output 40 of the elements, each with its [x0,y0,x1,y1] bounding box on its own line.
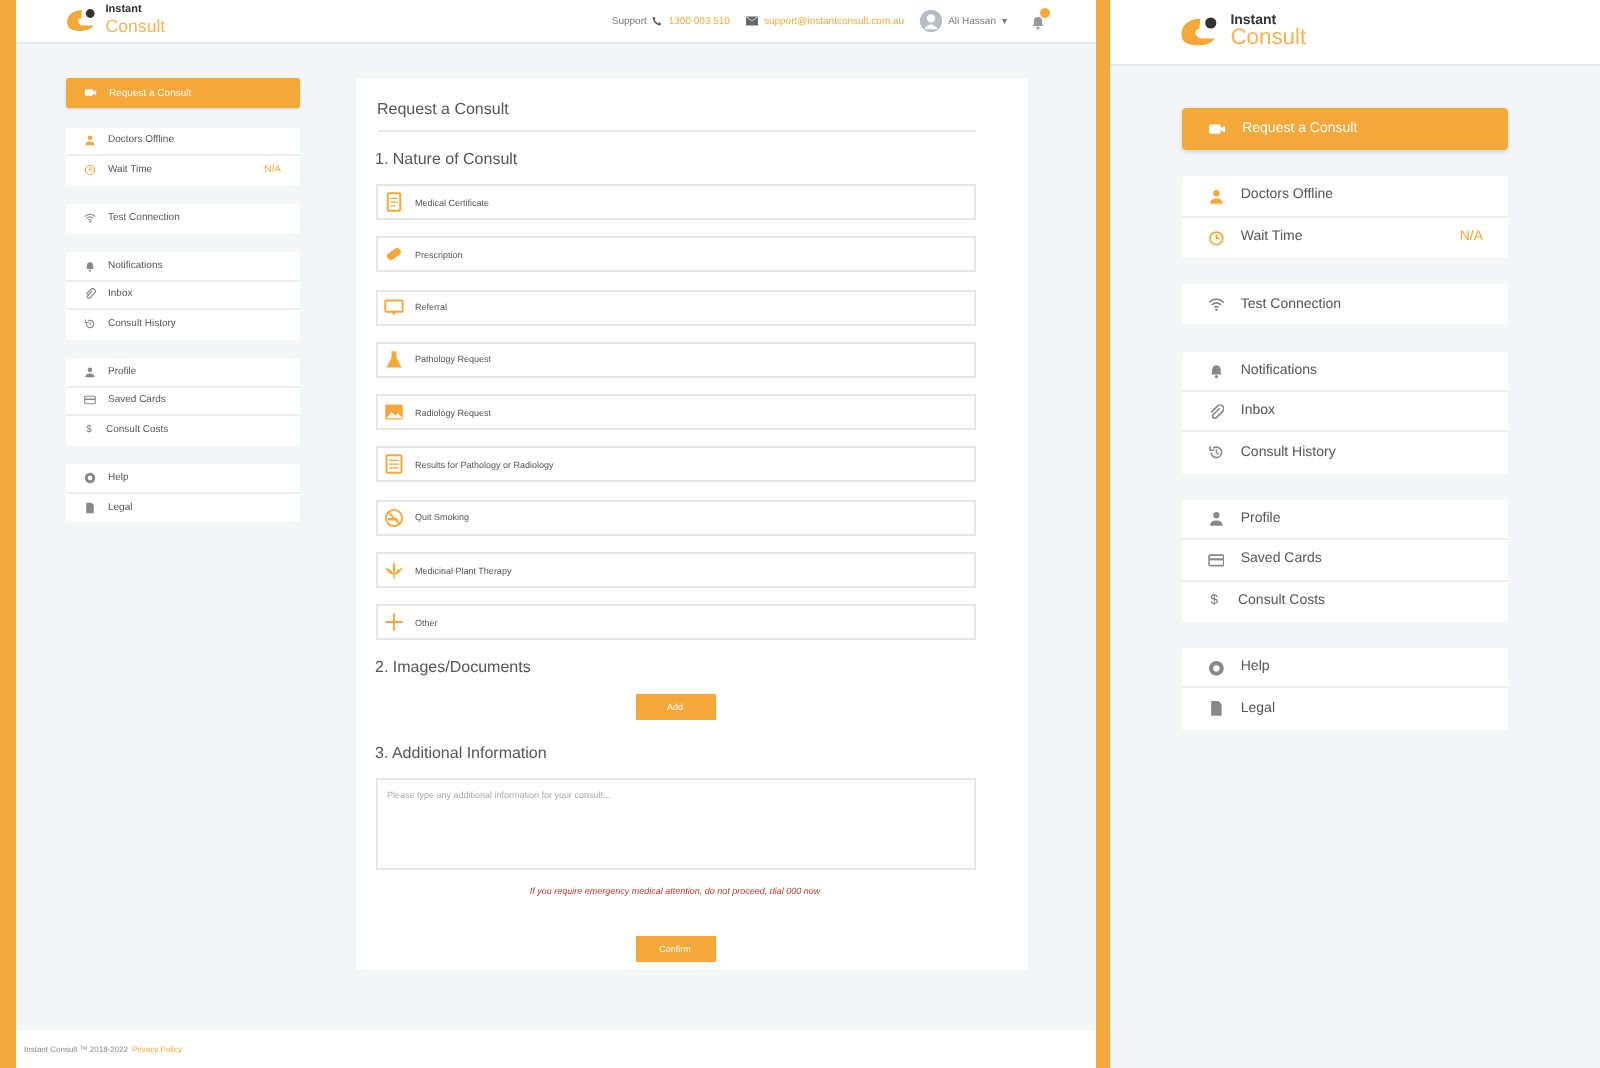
plus-icon [383,612,403,633]
logo-text: Consult [105,17,166,36]
document-icon [1207,700,1224,718]
phone-icon [652,16,663,26]
wifi-icon [84,212,96,225]
wifi-icon [1207,296,1224,314]
history-icon [1207,444,1224,462]
chart-icon [383,454,403,475]
clock-icon [84,164,96,177]
pill-icon [383,244,403,265]
user-icon [1207,510,1224,528]
image-icon [383,402,403,423]
clock-icon [1207,229,1224,246]
bell-icon [84,259,96,272]
user-icon [84,365,96,378]
notification-badge [1040,7,1050,17]
document-icon [84,501,96,514]
bell-icon [1207,362,1224,380]
history-icon [84,318,96,331]
paperclip-icon [84,288,96,301]
section-heading: 3. Additional Information [375,744,549,763]
paperclip-icon [1207,403,1224,420]
video-camera-icon [84,86,97,100]
document-icon [383,192,403,212]
card-icon [84,394,96,407]
logo-text: Consult [1230,27,1307,51]
card-icon [1207,551,1224,569]
leaf-icon [383,560,403,581]
avatar-icon [920,10,943,32]
flask-icon [383,349,403,370]
monitor-icon [383,297,403,318]
section-heading: 2. Images/Documents [375,658,533,677]
bell-icon[interactable] [1030,13,1046,29]
no-smoking-icon [383,507,403,528]
envelope-icon [745,16,758,26]
video-camera-icon [1207,119,1226,139]
user-icon [84,134,96,147]
section-heading: 1. Nature of Consult [375,150,520,168]
user-icon [1207,187,1224,205]
form-title: Request a Consult [377,100,975,132]
